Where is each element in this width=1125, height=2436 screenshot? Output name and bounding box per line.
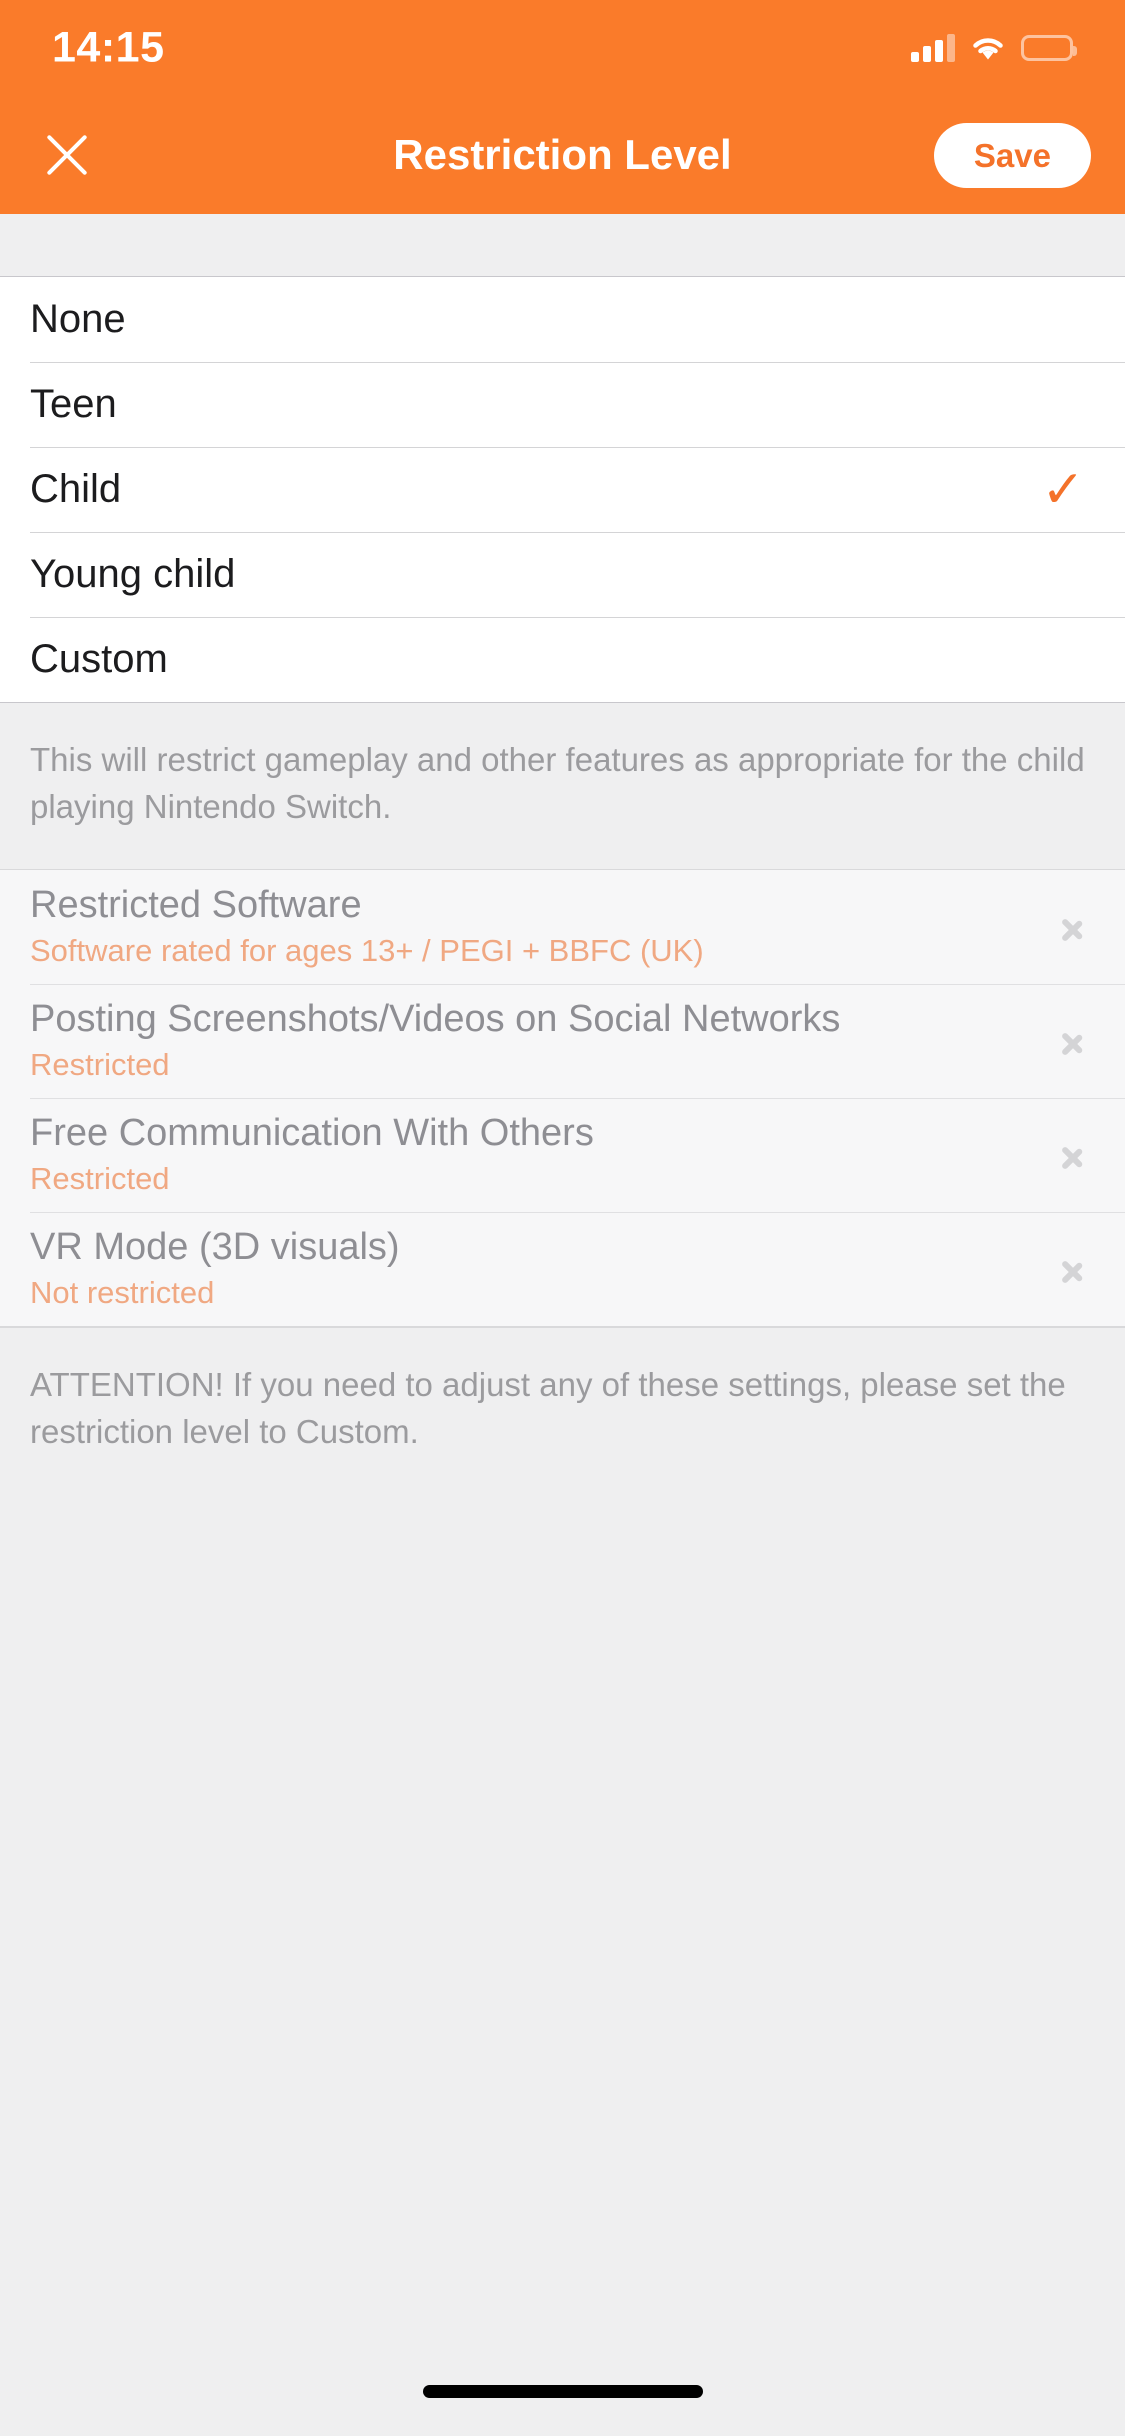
cellular-signal-icon — [911, 34, 955, 62]
level-option-label: Teen — [30, 382, 117, 426]
level-option-child[interactable]: Child ✓ — [0, 447, 1125, 532]
battery-icon — [1021, 35, 1077, 61]
setting-title: Restricted Software — [30, 884, 362, 927]
setting-row-vr-mode[interactable]: VR Mode (3D visuals) Not restricted — [0, 1211, 1125, 1326]
restriction-level-list: None Teen Child ✓ Young child Custom — [0, 276, 1125, 703]
setting-value: Restricted — [30, 1047, 170, 1083]
level-option-none[interactable]: None — [0, 277, 1125, 362]
level-option-label: Child — [30, 467, 122, 511]
setting-value: Restricted — [30, 1161, 170, 1197]
close-x-icon[interactable] — [34, 122, 100, 188]
setting-row-free-communication[interactable]: Free Communication With Others Restricte… — [0, 1097, 1125, 1212]
restriction-settings-list: Restricted Software Software rated for a… — [0, 868, 1125, 1327]
setting-value: Not restricted — [30, 1275, 215, 1311]
home-indicator[interactable] — [422, 2384, 703, 2398]
chevron-right-icon — [1061, 907, 1083, 947]
status-bar-time: 14:15 — [52, 23, 165, 72]
wifi-icon — [971, 35, 1005, 61]
top-spacer — [0, 214, 1125, 276]
status-bar: 14:15 — [0, 0, 1125, 96]
home-indicator-area — [0, 2366, 1125, 2436]
setting-title: Free Communication With Others — [30, 1112, 594, 1155]
checkmark-icon: ✓ — [1041, 460, 1085, 519]
app-screen: 14:15 Restriction Level Save None Teen C… — [0, 0, 1125, 2436]
setting-row-restricted-software[interactable]: Restricted Software Software rated for a… — [0, 870, 1125, 984]
status-bar-indicators — [911, 34, 1077, 62]
level-option-teen[interactable]: Teen — [0, 362, 1125, 447]
setting-title: Posting Screenshots/Videos on Social Net… — [30, 998, 841, 1041]
chevron-right-icon — [1061, 1021, 1083, 1061]
setting-row-posting-screenshots[interactable]: Posting Screenshots/Videos on Social Net… — [0, 983, 1125, 1098]
navigation-bar: Restriction Level Save — [0, 96, 1125, 214]
restriction-description: This will restrict gameplay and other fe… — [0, 703, 1125, 869]
attention-note: ATTENTION! If you need to adjust any of … — [0, 1326, 1125, 2366]
setting-value: Software rated for ages 13+ / PEGI + BBF… — [30, 933, 704, 969]
content-area: None Teen Child ✓ Young child Custom Thi… — [0, 214, 1125, 2366]
level-option-label: Custom — [30, 637, 168, 681]
chevron-right-icon — [1061, 1249, 1083, 1289]
level-option-custom[interactable]: Custom — [0, 617, 1125, 702]
level-option-label: None — [30, 297, 126, 341]
level-option-young-child[interactable]: Young child — [0, 532, 1125, 617]
chevron-right-icon — [1061, 1135, 1083, 1175]
setting-title: VR Mode (3D visuals) — [30, 1226, 400, 1269]
save-button[interactable]: Save — [933, 122, 1091, 188]
level-option-label: Young child — [30, 552, 236, 596]
